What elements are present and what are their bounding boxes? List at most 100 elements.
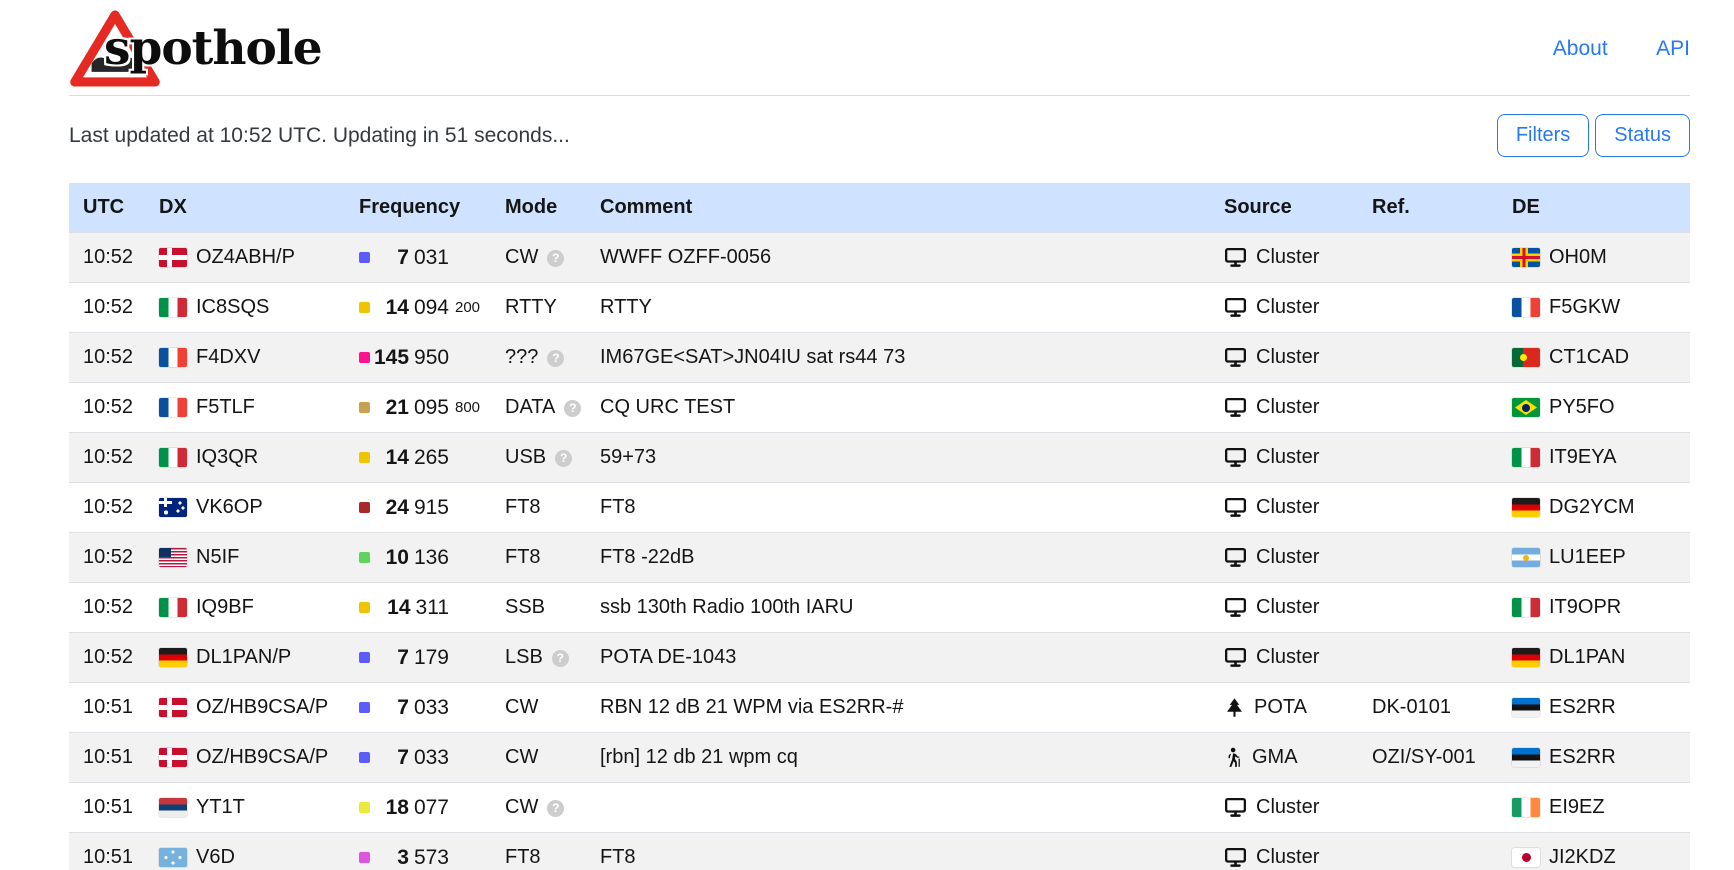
dx-callsign-link[interactable]: IQ3QR [196, 446, 258, 469]
dx-callsign-link[interactable]: V6D [196, 846, 235, 869]
logo[interactable]: spothole [69, 8, 322, 89]
frequency-cell: 24915 [359, 496, 485, 520]
de-callsign-link[interactable]: LU1EEP [1549, 546, 1626, 569]
frequency-cell: 3573 [359, 846, 485, 870]
de-cell: DG2YCM [1512, 496, 1680, 519]
flag-it-icon [159, 598, 187, 617]
band-color-swatch [359, 552, 370, 563]
source-cell: Cluster [1224, 396, 1352, 419]
de-cell: ES2RR [1512, 746, 1680, 769]
dx-cell: V6D [159, 846, 339, 869]
mode-help-icon[interactable]: ? [547, 350, 564, 367]
dx-callsign-link[interactable]: OZ4ABH/P [196, 246, 295, 269]
dx-cell: VK6OP [159, 496, 339, 519]
frequency-cell: 7033 [359, 746, 485, 770]
de-callsign-link[interactable]: JI2KDZ [1549, 846, 1616, 869]
monitor-icon [1224, 647, 1247, 668]
de-callsign-link[interactable]: PY5FO [1549, 396, 1615, 419]
mode-label: FT8 [505, 496, 541, 518]
de-callsign-link[interactable]: DG2YCM [1549, 496, 1635, 519]
spot-time: 10:51 [69, 733, 149, 783]
spot-ref: OZI/SY-001 [1362, 733, 1502, 783]
spot-time: 10:52 [69, 233, 149, 283]
spot-row: 10:51OZ/HB9CSA/P7033CW[rbn] 12 db 21 wpm… [69, 733, 1690, 783]
flag-ie-icon [1512, 798, 1540, 817]
source-cell: POTA [1224, 696, 1352, 719]
mode-help-icon[interactable]: ? [555, 450, 572, 467]
monitor-icon [1224, 447, 1247, 468]
frequency-cell: 18077 [359, 796, 485, 820]
de-cell: DL1PAN [1512, 646, 1680, 669]
de-callsign-link[interactable]: DL1PAN [1549, 646, 1625, 669]
flag-ee-icon [1512, 698, 1540, 717]
spot-ref [1362, 533, 1502, 583]
top-nav: About API [1509, 37, 1690, 61]
de-callsign-link[interactable]: IT9EYA [1549, 446, 1616, 469]
monitor-icon [1224, 847, 1247, 868]
frequency-value: 7031 [374, 246, 449, 270]
spot-time: 10:52 [69, 633, 149, 683]
monitor-icon [1224, 247, 1247, 268]
frequency-value: 14265 [374, 446, 449, 470]
toolbar-buttons: Filters Status [1497, 114, 1690, 157]
spot-ref [1362, 583, 1502, 633]
de-callsign-link[interactable]: ES2RR [1549, 746, 1616, 769]
de-callsign-link[interactable]: ES2RR [1549, 696, 1616, 719]
frequency-value: 145950 [374, 346, 449, 370]
spot-time: 10:51 [69, 833, 149, 870]
dx-callsign-link[interactable]: F4DXV [196, 346, 260, 369]
source-label: Cluster [1256, 396, 1319, 419]
mode-help-icon[interactable]: ? [547, 250, 564, 267]
nav-api-link[interactable]: API [1656, 37, 1690, 60]
mode-help-icon[interactable]: ? [564, 400, 581, 417]
status-button[interactable]: Status [1595, 114, 1690, 157]
spot-time: 10:52 [69, 333, 149, 383]
de-callsign-link[interactable]: IT9OPR [1549, 596, 1621, 619]
de-cell: LU1EEP [1512, 546, 1680, 569]
band-color-swatch [359, 602, 370, 613]
nav-about-link[interactable]: About [1553, 37, 1608, 60]
flag-dk-icon [159, 698, 187, 717]
dx-callsign-link[interactable]: N5IF [196, 546, 239, 569]
mode-label: RTTY [505, 296, 557, 318]
mode-help-icon[interactable]: ? [547, 800, 564, 817]
spot-time: 10:51 [69, 683, 149, 733]
col-header-source: Source [1214, 183, 1362, 233]
frequency-hz: 200 [449, 299, 485, 316]
spot-comment: IM67GE<SAT>JN04IU sat rs44 73 [590, 333, 1214, 383]
dx-callsign-link[interactable]: IC8SQS [196, 296, 269, 319]
dx-callsign-link[interactable]: VK6OP [196, 496, 263, 519]
flag-it-icon [159, 448, 187, 467]
flag-it-icon [1512, 448, 1540, 467]
dx-callsign-link[interactable]: YT1T [196, 796, 245, 819]
de-callsign-link[interactable]: EI9EZ [1549, 796, 1605, 819]
de-cell: F5GKW [1512, 296, 1680, 319]
dx-cell: OZ4ABH/P [159, 246, 339, 269]
dx-callsign-link[interactable]: IQ9BF [196, 596, 254, 619]
frequency-hz: 800 [449, 399, 485, 416]
de-cell: IT9OPR [1512, 596, 1680, 619]
filters-button[interactable]: Filters [1497, 114, 1589, 157]
band-color-swatch [359, 802, 370, 813]
dx-callsign-link[interactable]: DL1PAN/P [196, 646, 291, 669]
source-label: Cluster [1256, 346, 1319, 369]
source-cell: Cluster [1224, 496, 1352, 519]
de-callsign-link[interactable]: F5GKW [1549, 296, 1620, 319]
mode-label: CW [505, 796, 538, 818]
flag-fr-icon [1512, 298, 1540, 317]
frequency-value: 21095 [374, 396, 449, 420]
source-cell: Cluster [1224, 346, 1352, 369]
de-callsign-link[interactable]: CT1CAD [1549, 346, 1629, 369]
dx-callsign-link[interactable]: OZ/HB9CSA/P [196, 696, 328, 719]
spots-table-header: UTC DX Frequency Mode Comment Source Ref… [69, 183, 1690, 233]
spot-ref [1362, 283, 1502, 333]
dx-callsign-link[interactable]: F5TLF [196, 396, 255, 419]
de-callsign-link[interactable]: OH0M [1549, 246, 1607, 269]
dx-callsign-link[interactable]: OZ/HB9CSA/P [196, 746, 328, 769]
mode-help-icon[interactable]: ? [552, 650, 569, 667]
source-label: Cluster [1256, 296, 1319, 319]
frequency-value: 14311 [374, 596, 449, 620]
source-label: Cluster [1256, 246, 1319, 269]
flag-fr-icon [159, 398, 187, 417]
band-color-swatch [359, 702, 370, 713]
